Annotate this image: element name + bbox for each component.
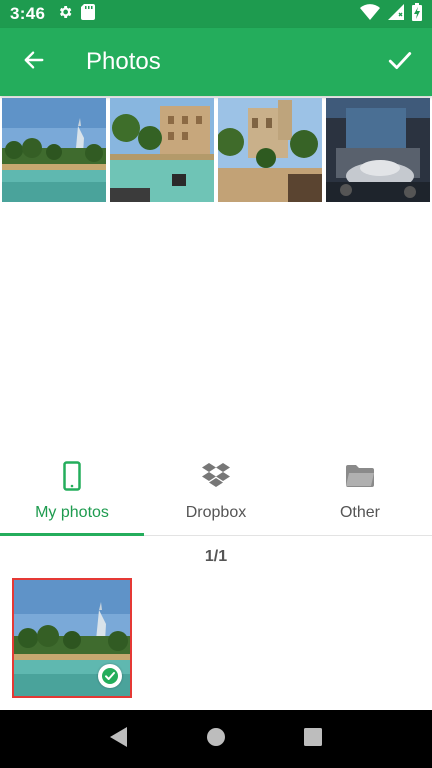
check-icon — [102, 668, 118, 684]
selected-check-badge — [98, 664, 122, 688]
tab-label: My photos — [35, 504, 109, 521]
wifi-icon — [360, 3, 380, 25]
interior-photo-image — [326, 98, 430, 202]
signal-icon — [388, 3, 404, 25]
battery-charging-icon — [412, 2, 422, 26]
source-tabs: My photos Dropbox Other — [0, 448, 432, 536]
confirm-button[interactable] — [368, 28, 432, 96]
burj-photo-image — [2, 98, 106, 202]
folder-icon — [345, 460, 375, 492]
tab-label: Dropbox — [185, 504, 247, 521]
home-circle-icon — [206, 727, 225, 751]
status-right-icons — [360, 2, 422, 26]
gear-icon — [57, 4, 73, 25]
status-time: 3:46 — [10, 4, 46, 23]
gallery-photo-item[interactable] — [12, 578, 132, 698]
tab-dropbox[interactable]: Dropbox — [144, 448, 288, 535]
sd-card-icon — [81, 3, 96, 25]
system-nav-bar — [0, 710, 432, 768]
status-bar: 3:46 — [0, 0, 432, 28]
back-button[interactable] — [0, 28, 68, 96]
selected-photo-thumbnail[interactable] — [326, 98, 430, 202]
courtyard-photo-image — [218, 98, 322, 202]
nav-home-button[interactable] — [196, 719, 236, 759]
selected-photo-thumbnail[interactable] — [2, 98, 106, 202]
nav-recents-button[interactable] — [293, 719, 333, 759]
phone-icon — [63, 460, 81, 492]
back-triangle-icon — [109, 726, 128, 752]
selected-photos-strip — [0, 96, 432, 204]
page-title: Photos — [86, 48, 161, 75]
app-bar: Photos — [0, 28, 432, 96]
screen: 3:46 Photos My photos Dropbox Other 1/1 — [0, 0, 432, 768]
tab-label: Other — [339, 504, 380, 521]
tab-other[interactable]: Other — [288, 448, 432, 535]
dropbox-icon — [201, 460, 231, 492]
recents-square-icon — [304, 727, 323, 751]
status-left-icons — [57, 3, 96, 25]
tab-my-photos[interactable]: My photos — [0, 448, 144, 536]
arrow-back-icon — [23, 49, 45, 76]
selection-counter: 1/1 — [204, 548, 228, 565]
photo-gallery — [12, 578, 132, 698]
nav-back-button[interactable] — [99, 719, 139, 759]
selected-photo-thumbnail[interactable] — [218, 98, 322, 202]
canal-photo-image — [110, 98, 214, 202]
selected-photo-thumbnail[interactable] — [110, 98, 214, 202]
check-icon — [387, 47, 413, 78]
